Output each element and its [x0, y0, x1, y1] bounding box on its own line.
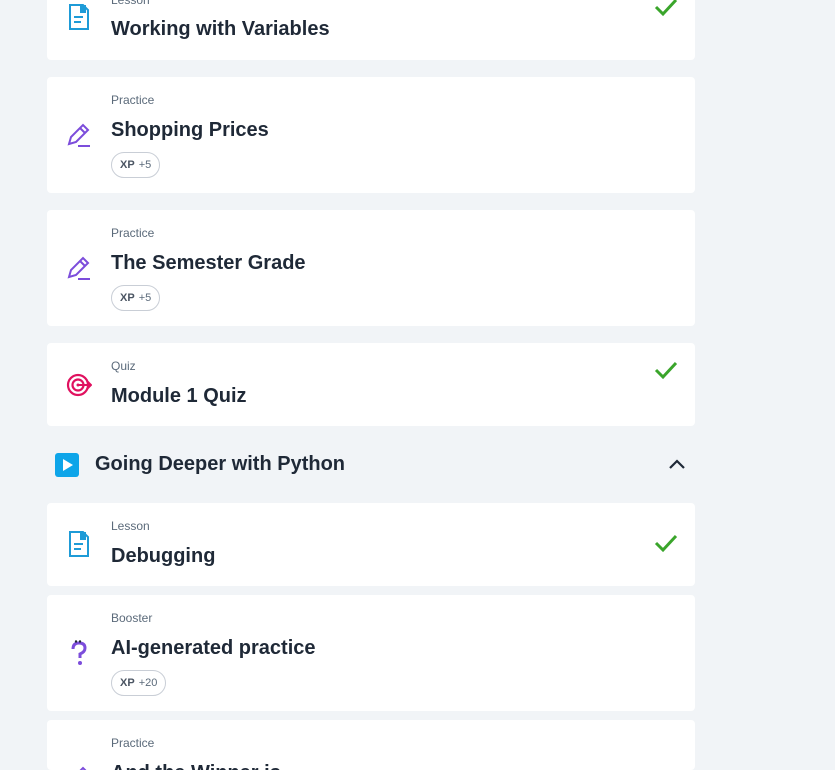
chevron-up-icon[interactable] — [667, 456, 687, 472]
check-icon — [654, 0, 678, 17]
xp-value: +20 — [138, 677, 158, 689]
practice-card-shopping-prices[interactable]: Practice Shopping Prices XP +5 — [47, 77, 695, 193]
target-icon — [66, 373, 92, 397]
xp-label: XP — [120, 159, 135, 171]
quiz-card-module-1[interactable]: Quiz Module 1 Quiz — [47, 343, 695, 426]
item-kind: Practice — [111, 226, 155, 240]
check-icon — [654, 361, 678, 380]
practice-card-semester-grade[interactable]: Practice The Semester Grade XP +5 — [47, 210, 695, 326]
xp-badge: XP +5 — [111, 152, 161, 178]
item-title: Working with Variables — [111, 18, 330, 40]
xp-badge: XP +5 — [111, 285, 161, 311]
item-title: The Semester Grade — [111, 252, 306, 274]
item-kind: Practice — [111, 93, 155, 107]
lesson-card-working-with-variables[interactable]: Lesson Working with Variables — [47, 0, 695, 60]
practice-card-and-the-winner[interactable]: Practice And the Winner is... — [47, 720, 695, 770]
section-header-going-deeper[interactable]: Going Deeper with Python — [55, 450, 695, 480]
xp-value: +5 — [138, 159, 152, 171]
item-title: AI-generated practice — [111, 637, 316, 659]
question-mark-icon — [71, 640, 87, 665]
xp-value: +5 — [138, 292, 152, 304]
item-kind: Lesson — [111, 0, 150, 7]
pencil-icon — [79, 766, 87, 770]
item-kind: Practice — [111, 736, 155, 750]
play-icon — [55, 453, 79, 477]
pencil-icon — [67, 123, 90, 147]
lesson-icon — [69, 531, 89, 557]
lesson-icon — [69, 4, 89, 30]
item-title: Debugging — [111, 545, 216, 567]
item-title: And the Winner is... — [111, 762, 298, 770]
check-icon — [654, 534, 678, 553]
xp-badge: XP +20 — [111, 670, 167, 696]
xp-label: XP — [120, 292, 135, 304]
xp-label: XP — [120, 677, 135, 689]
item-kind: Booster — [111, 611, 153, 625]
pencil-icon — [67, 256, 90, 280]
lesson-card-debugging[interactable]: Lesson Debugging — [47, 503, 695, 586]
item-kind: Quiz — [111, 359, 136, 373]
item-title: Shopping Prices — [111, 119, 269, 141]
item-kind: Lesson — [111, 519, 150, 533]
section-title: Going Deeper with Python — [95, 453, 346, 475]
booster-card-ai-practice[interactable]: Booster AI-generated practice XP +20 — [47, 595, 695, 711]
item-title: Module 1 Quiz — [111, 385, 247, 407]
